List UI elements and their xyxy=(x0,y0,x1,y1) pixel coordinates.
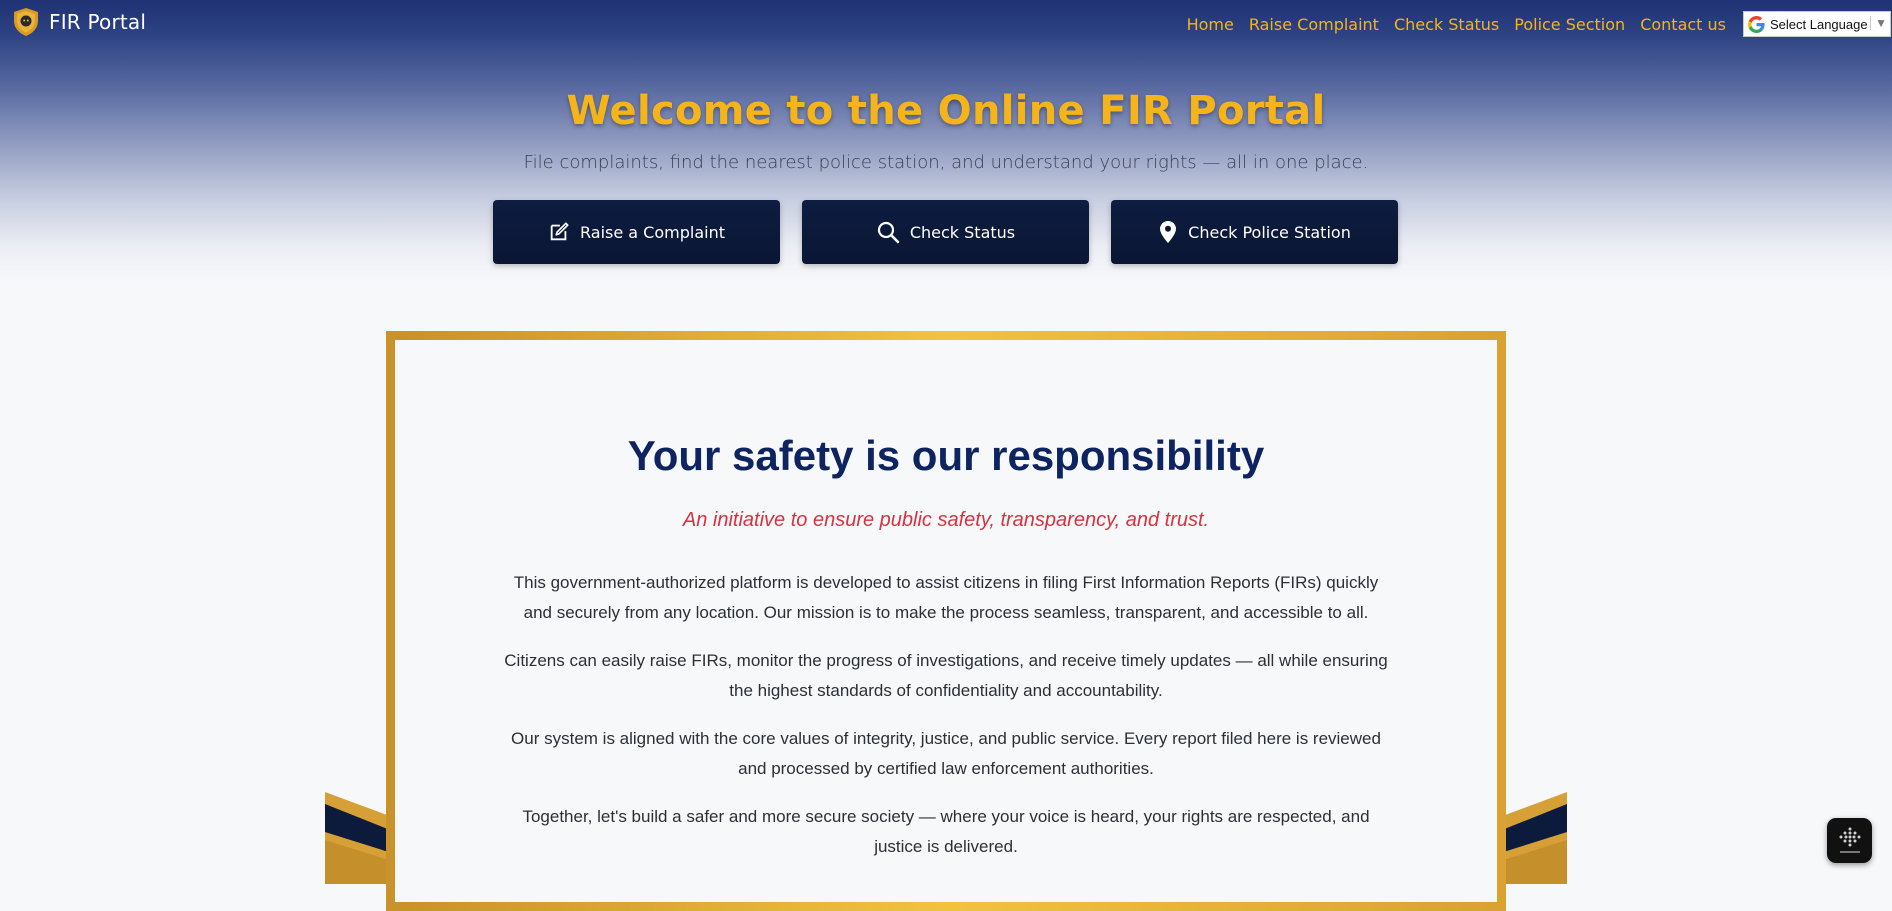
main-nav: Home Raise Complaint Check Status Police… xyxy=(1187,15,1726,34)
language-select[interactable]: Select Language ▼ xyxy=(1743,11,1891,37)
hero-title: Welcome to the Online FIR Portal xyxy=(566,88,1326,134)
ribbon-right-decoration xyxy=(1497,792,1567,884)
nav-link-raise-complaint[interactable]: Raise Complaint xyxy=(1249,15,1379,34)
hero-section: FIR Portal Home Raise Complaint Check St… xyxy=(0,0,1892,282)
check-status-button[interactable]: Check Status xyxy=(802,200,1089,264)
mission-paragraph: Citizens can easily raise FIRs, monitor … xyxy=(504,651,1388,700)
search-icon xyxy=(877,221,900,244)
google-icon xyxy=(1748,15,1765,33)
blackbox-icon xyxy=(1839,827,1860,853)
raise-complaint-button[interactable]: Raise a Complaint xyxy=(493,200,780,264)
check-status-button-label: Check Status xyxy=(909,222,1016,242)
edit-icon xyxy=(550,222,569,241)
nav-link-check-status[interactable]: Check Status xyxy=(1394,15,1499,34)
caret-down-icon: ▼ xyxy=(1870,16,1887,30)
mission-tagline: An initiative to ensure public safety, t… xyxy=(682,509,1210,531)
hero-actions: Raise a Complaint Check Status Check Pol… xyxy=(493,200,1398,264)
police-shield-icon xyxy=(14,8,38,36)
map-pin-icon xyxy=(1160,221,1177,243)
mission-paragraph: Together, let's build a safer and more s… xyxy=(522,807,1370,856)
ribbon-left-decoration xyxy=(325,792,395,884)
check-police-station-button-label: Check Police Station xyxy=(1188,222,1351,242)
navbar: FIR Portal Home Raise Complaint Check St… xyxy=(0,0,1892,48)
nav-link-contact-us[interactable]: Contact us xyxy=(1640,15,1726,34)
mission-body: This government-authorized platform is d… xyxy=(500,568,1392,880)
mission-title: Your safety is our responsibility xyxy=(627,432,1265,479)
hero-subtitle: File complaints, find the nearest police… xyxy=(523,152,1369,173)
raise-complaint-button-label: Raise a Complaint xyxy=(580,222,725,242)
blackbox-assistant-button[interactable] xyxy=(1827,818,1872,863)
nav-link-home[interactable]: Home xyxy=(1187,15,1234,34)
brand[interactable]: FIR Portal xyxy=(11,7,146,37)
mission-paragraph: Our system is aligned with the core valu… xyxy=(511,729,1381,778)
check-police-station-button[interactable]: Check Police Station xyxy=(1111,200,1398,264)
language-select-label: Select Language xyxy=(1770,16,1868,32)
brand-name: FIR Portal xyxy=(49,10,147,34)
nav-link-police-section[interactable]: Police Section xyxy=(1514,15,1625,34)
mission-paragraph: This government-authorized platform is d… xyxy=(513,573,1379,622)
